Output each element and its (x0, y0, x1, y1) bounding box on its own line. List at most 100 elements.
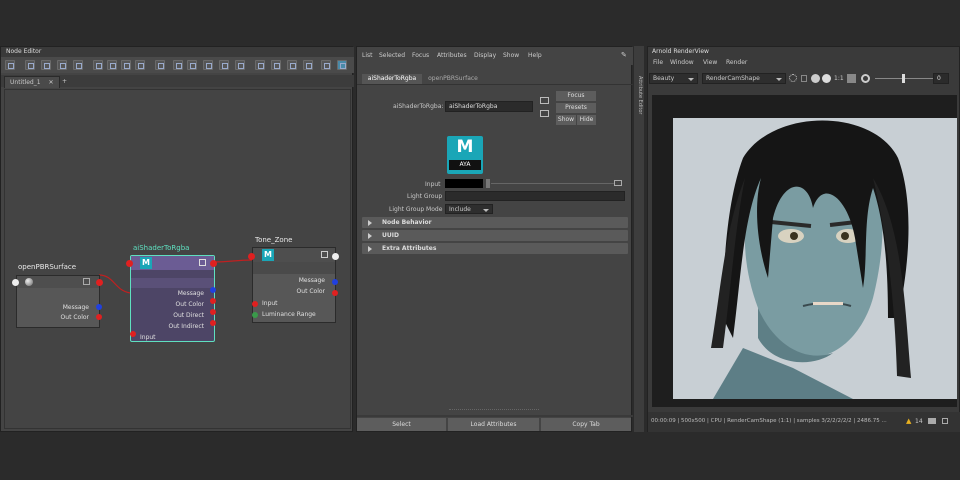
warning-icon[interactable]: ▲ (906, 417, 911, 425)
hide-button[interactable]: Hide (577, 115, 596, 125)
toolbar-icon[interactable] (321, 60, 331, 70)
toolbar-icon[interactable] (25, 60, 35, 70)
node-input-port[interactable] (126, 260, 133, 267)
aov-select[interactable]: Beauty (649, 73, 698, 84)
load-attributes-button[interactable]: Load Attributes (448, 418, 539, 431)
menu-icon[interactable] (199, 259, 206, 266)
port-message[interactable] (96, 304, 102, 310)
lock-icon[interactable] (801, 75, 807, 82)
tab-ai-shader-to-rgba[interactable]: aiShaderToRgba (362, 74, 422, 84)
port-out-color[interactable] (332, 290, 338, 296)
menu-focus[interactable]: Focus (412, 52, 429, 59)
warning-count: 14 (915, 418, 923, 425)
render-viewport[interactable] (652, 95, 957, 407)
input-color-swatch[interactable] (445, 179, 483, 188)
toolbar-icon[interactable] (107, 60, 117, 70)
port-out-color[interactable] (96, 314, 102, 320)
node-output-port[interactable] (210, 260, 217, 267)
port-input[interactable] (130, 331, 136, 337)
menu-icon[interactable] (321, 251, 328, 258)
input-label: Input (425, 181, 441, 188)
color-channels-icon[interactable] (811, 74, 820, 83)
input-slider-track[interactable] (491, 183, 615, 184)
toolbar-icon[interactable] (121, 60, 131, 70)
node-ai-shader-to-rgba[interactable]: M Message Out Color Out Direct Out Indir… (130, 255, 215, 342)
toolbar-icon[interactable] (155, 60, 165, 70)
toolbar-icon[interactable] (57, 60, 67, 70)
search-icon[interactable] (219, 60, 229, 70)
toolbar-icon[interactable] (203, 60, 213, 70)
port-out-direct[interactable] (210, 309, 216, 315)
toolbar-icon[interactable] (173, 60, 183, 70)
exposure-field[interactable]: 0 (933, 73, 949, 84)
focus-button[interactable]: Focus (556, 91, 596, 101)
node-name-field[interactable]: aiShaderToRgba (445, 101, 533, 112)
menu-file[interactable]: File (653, 59, 663, 66)
save-icon[interactable] (942, 418, 948, 424)
region-icon[interactable] (847, 74, 856, 83)
ratio-label[interactable]: 1:1 (834, 75, 844, 82)
port-out-color[interactable] (210, 298, 216, 304)
input-slider-handle[interactable] (486, 179, 490, 188)
toolbar-icon[interactable] (41, 60, 51, 70)
close-icon[interactable]: ✕ (48, 79, 53, 86)
menu-window[interactable]: Window (670, 59, 694, 66)
presets-button[interactable]: Presets (556, 103, 596, 113)
menu-selected[interactable]: Selected (379, 52, 405, 59)
port-out-indirect[interactable] (210, 320, 216, 326)
menu-show[interactable]: Show (503, 52, 519, 59)
toolbar-icon[interactable] (93, 60, 103, 70)
select-button[interactable]: Select (357, 418, 446, 431)
port-luminance-range[interactable] (252, 312, 258, 318)
toolbar-icon[interactable] (303, 60, 313, 70)
camera-select[interactable]: RenderCamShape (702, 73, 786, 84)
node-input-port[interactable] (12, 279, 19, 286)
node-tone-zone[interactable]: M Message Out Color Input Luminance Rang… (252, 247, 336, 323)
sun-icon[interactable] (789, 74, 797, 82)
toolbar-icon-active[interactable] (337, 60, 347, 70)
frame-node-behavior[interactable]: Node Behavior (362, 217, 628, 228)
attribute-editor-side-tab[interactable]: Attribute Editor (634, 46, 644, 432)
port-input[interactable] (252, 301, 258, 307)
toolbar-icon[interactable] (287, 60, 297, 70)
toolbar-icon[interactable] (135, 60, 145, 70)
menu-list[interactable]: List (362, 52, 373, 59)
port-message[interactable] (210, 287, 216, 293)
frame-uuid[interactable]: UUID (362, 230, 628, 241)
node-input-port[interactable] (248, 253, 255, 260)
menu-icon[interactable] (83, 278, 90, 285)
port-message[interactable] (332, 279, 338, 285)
tab-untitled[interactable]: Untitled_1 ✕ (4, 76, 60, 88)
menu-render[interactable]: Render (726, 59, 747, 66)
node-output-port[interactable] (96, 279, 103, 286)
node-openpbr-surface[interactable]: Message Out Color (16, 275, 100, 328)
exposure-slider-handle[interactable] (902, 74, 905, 83)
toolbar-icon[interactable] (5, 60, 15, 70)
node-graph-canvas[interactable]: openPBRSurface Message Out Color aiShade… (4, 89, 351, 429)
pin-icon[interactable]: ✎ (621, 51, 627, 59)
add-tab-button[interactable]: + (57, 76, 72, 87)
resize-handle[interactable] (449, 409, 539, 411)
node-output-port[interactable] (332, 253, 339, 260)
toolbar-icon[interactable] (255, 60, 265, 70)
tab-open-pbr-surface[interactable]: openPBRSurface (423, 74, 483, 84)
light-group-mode-select[interactable]: Include (445, 204, 493, 214)
menu-view[interactable]: View (703, 59, 717, 66)
alpha-icon[interactable] (822, 74, 831, 83)
go-to-input-icon[interactable] (540, 97, 549, 104)
toolbar-icon[interactable] (73, 60, 83, 70)
go-to-output-icon[interactable] (540, 110, 549, 117)
toolbar-icon[interactable] (271, 60, 281, 70)
menu-attributes[interactable]: Attributes (437, 52, 467, 59)
light-group-field[interactable] (445, 191, 625, 201)
copy-tab-button[interactable]: Copy Tab (541, 418, 631, 431)
snapshot-icon[interactable] (861, 74, 870, 83)
toolbar-icon[interactable] (187, 60, 197, 70)
frame-extra-attributes[interactable]: Extra Attributes (362, 243, 628, 254)
map-button-icon[interactable] (614, 180, 622, 186)
camera-icon[interactable] (928, 418, 936, 424)
show-button[interactable]: Show (556, 115, 576, 125)
menu-help[interactable]: Help (528, 52, 542, 59)
toolbar-icon[interactable] (235, 60, 245, 70)
menu-display[interactable]: Display (474, 52, 496, 59)
